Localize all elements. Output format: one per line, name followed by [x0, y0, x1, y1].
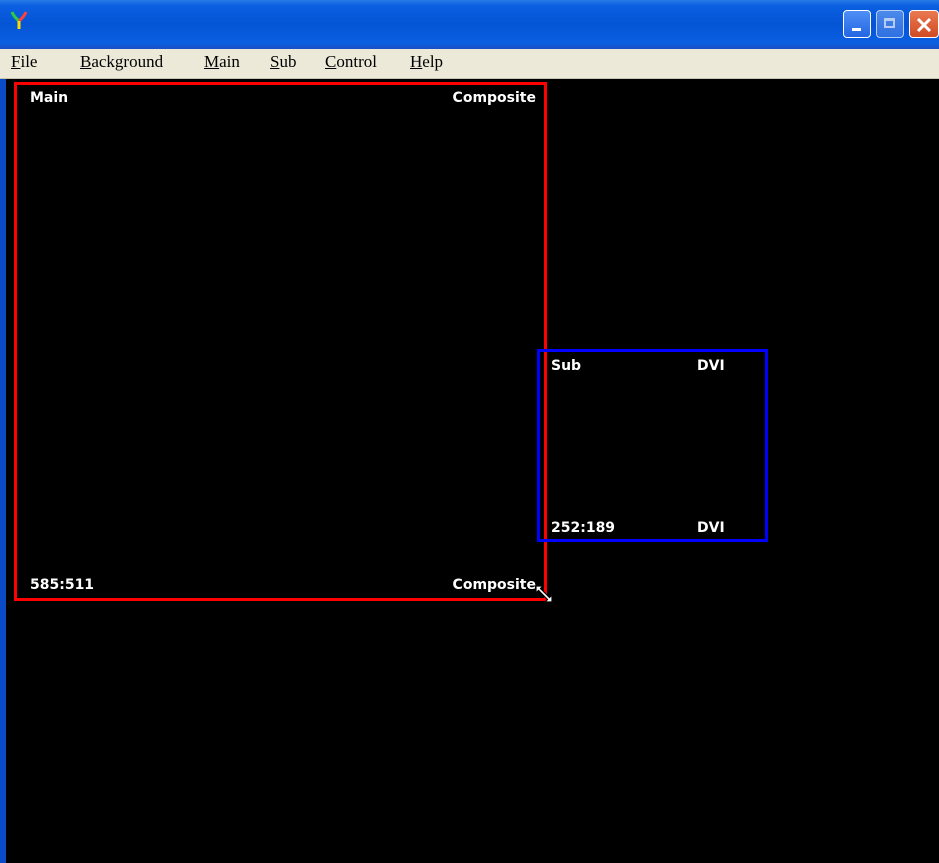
- menu-sub[interactable]: Sub: [270, 52, 296, 72]
- menu-background[interactable]: Background: [80, 52, 163, 72]
- sub-window-name: Sub: [551, 358, 582, 374]
- resize-cursor-icon: [535, 585, 553, 603]
- menu-bar: File Background Main Sub Control Help: [0, 49, 939, 79]
- maximize-button[interactable]: [876, 10, 904, 38]
- main-window-source-top: Composite: [452, 90, 536, 106]
- menu-file[interactable]: File: [11, 52, 37, 72]
- minimize-button[interactable]: [843, 10, 871, 38]
- window-left-border: [0, 79, 10, 863]
- menu-control[interactable]: Control: [325, 52, 377, 72]
- close-button[interactable]: [909, 10, 939, 38]
- sub-window-size: 252:189: [551, 520, 616, 536]
- title-bar[interactable]: [0, 0, 939, 49]
- sub-window-source-top: DVI: [697, 358, 725, 374]
- menu-main[interactable]: Main: [204, 52, 240, 72]
- main-window-name: Main: [30, 90, 69, 106]
- close-icon: [916, 17, 932, 33]
- menu-help[interactable]: Help: [410, 52, 443, 72]
- main-window-size: 585:511: [30, 577, 95, 593]
- app-icon: [10, 11, 28, 29]
- main-window-frame[interactable]: Main Composite 585:511 Composite: [14, 82, 547, 601]
- main-window-source-bottom: Composite: [452, 577, 536, 593]
- sub-window-source-bottom: DVI: [697, 520, 725, 536]
- sub-window-frame[interactable]: Sub DVI 252:189 DVI: [537, 349, 768, 542]
